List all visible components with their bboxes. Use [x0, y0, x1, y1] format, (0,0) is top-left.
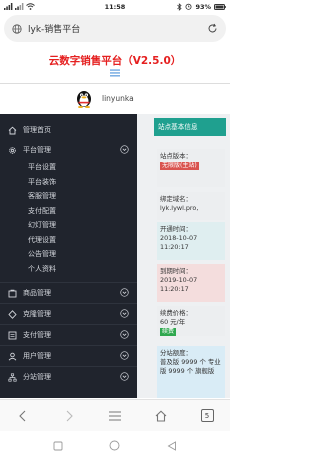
home-icon — [155, 409, 167, 422]
site-info-header: 站点基本信息 — [154, 118, 226, 136]
version-label: 站点版本： — [160, 152, 192, 160]
chevron-down-icon[interactable] — [120, 329, 129, 341]
sidebar-item-clone[interactable]: 克隆管理 — [0, 304, 137, 324]
submenu-item-platform-decoration[interactable]: 平台装饰 — [0, 175, 137, 190]
sidebar-item-label: 管理首页 — [23, 126, 51, 134]
address-bar[interactable]: lyk-销售平台 — [4, 15, 226, 42]
clock: 11:58 — [104, 2, 126, 11]
forward-button[interactable] — [46, 400, 92, 432]
browser-toolbar: 5 — [0, 399, 230, 431]
sidebar-item-products[interactable]: 商品管理 — [0, 283, 137, 303]
sidebar-item-platform[interactable]: 平台管理 — [0, 140, 137, 160]
avatar — [77, 91, 91, 108]
wallet-icon — [7, 330, 17, 340]
sidebar-item-users[interactable]: 用户管理 — [0, 346, 137, 366]
status-bar: 11:58 93% — [0, 0, 230, 13]
home-circle-icon[interactable] — [109, 440, 120, 451]
globe-icon — [12, 23, 22, 34]
submenu-item-profile[interactable]: 个人资料 — [0, 262, 137, 277]
chevron-right-icon — [66, 410, 73, 421]
opened-value: 2018-10-07 11:20:17 — [160, 233, 198, 251]
sidebar: 管理首页 平台管理 平台设置 平台装饰 客服管理 支付配置 幻灯管理 代理设置 … — [0, 114, 137, 398]
clone-icon — [7, 309, 17, 319]
sidebar-item-payments[interactable]: 支付管理 — [0, 325, 137, 345]
site-version-card: 站点版本： 无限版(主站) — [157, 149, 225, 187]
quota-value: 普及版 9999 个 专业版 9999 个 旗舰版 — [160, 357, 221, 375]
expire-label: 到期时间： — [160, 267, 192, 275]
bound-domain-card: 绑定域名： lyk.lywl.pro, — [157, 192, 225, 220]
menu-icon — [109, 411, 121, 420]
sidebar-item-label: 平台管理 — [23, 146, 51, 154]
open-time-card: 开通时间： 2018-10-07 11:20:17 — [157, 222, 225, 260]
site-title: 云数字销售平台（V2.5.0） — [48, 55, 182, 67]
recents-square-icon[interactable] — [53, 441, 63, 451]
submenu-item-customer-service[interactable]: 客服管理 — [0, 189, 137, 204]
sidebar-item-label: 支付管理 — [23, 331, 51, 339]
home-icon — [7, 125, 17, 135]
submenu-item-announcements[interactable]: 公告管理 — [0, 247, 137, 262]
sidebar-item-label: 分站管理 — [23, 373, 51, 381]
user-profile[interactable]: linyunka — [74, 87, 134, 109]
header-divider — [0, 83, 230, 84]
sidebar-item-label: 用户管理 — [23, 352, 51, 360]
submenu-item-agent-settings[interactable]: 代理设置 — [0, 233, 137, 248]
sidebar-item-substations[interactable]: 分站管理 — [0, 367, 137, 387]
tabs-button[interactable]: 5 — [184, 400, 230, 432]
system-navigation-bar — [0, 431, 230, 460]
chevron-down-icon[interactable] — [120, 308, 129, 320]
sitemap-icon — [7, 372, 17, 382]
chevron-down-icon[interactable] — [120, 350, 129, 362]
menu-button[interactable] — [92, 400, 138, 432]
chevron-down-icon[interactable] — [120, 371, 129, 383]
substation-quota-card: 分站额度： 普及版 9999 个 专业版 9999 个 旗舰版 — [157, 346, 225, 398]
renewal-price-card: 续费价格： 60 元/年 续费 — [157, 306, 225, 336]
username: linyunka — [102, 93, 134, 103]
domain-label: 绑定域名： — [160, 195, 192, 203]
user-icon — [7, 351, 17, 361]
domain-value: lyk.lywl.pro, — [160, 203, 199, 212]
back-triangle-icon[interactable] — [167, 440, 177, 451]
hamburger-menu-icon[interactable] — [110, 69, 120, 77]
chevron-left-icon — [19, 410, 26, 421]
reload-icon[interactable] — [207, 23, 218, 34]
quota-label: 分站额度： — [160, 349, 192, 357]
submenu-item-platform-settings[interactable]: 平台设置 — [0, 160, 137, 175]
chevron-down-icon[interactable] — [120, 287, 129, 299]
sidebar-item-label: 商品管理 — [23, 289, 51, 297]
renew-button[interactable]: 续费 — [160, 327, 177, 336]
sidebar-item-dashboard[interactable]: 管理首页 — [0, 120, 137, 140]
submenu-item-slides[interactable]: 幻灯管理 — [0, 218, 137, 233]
site-info-panel: 站点基本信息 站点版本： 无限版(主站) 绑定域名： lyk.lywl.pro,… — [137, 114, 230, 398]
sidebar-item-label: 克隆管理 — [23, 310, 51, 318]
expire-time-card: 到期时间： 2019-10-07 11:20:17 — [157, 264, 225, 302]
opened-label: 开通时间： — [160, 225, 192, 233]
chevron-down-icon[interactable] — [120, 144, 129, 156]
version-badge: 无限版(主站) — [160, 161, 199, 170]
cart-icon — [7, 288, 17, 298]
gear-icon — [7, 145, 17, 155]
home-button[interactable] — [138, 400, 184, 432]
tab-count: 5 — [200, 409, 214, 422]
page-title-url[interactable]: lyk-销售平台 — [28, 22, 80, 35]
renew-value: 60 元/年 — [160, 317, 186, 326]
expire-value: 2019-10-07 11:20:17 — [160, 275, 198, 293]
submenu-item-payment-config[interactable]: 支付配置 — [0, 204, 137, 219]
platform-submenu: 平台设置 平台装饰 客服管理 支付配置 幻灯管理 代理设置 公告管理 个人资料 — [0, 160, 137, 276]
renew-label: 续费价格： — [160, 309, 192, 317]
back-button[interactable] — [0, 400, 46, 432]
